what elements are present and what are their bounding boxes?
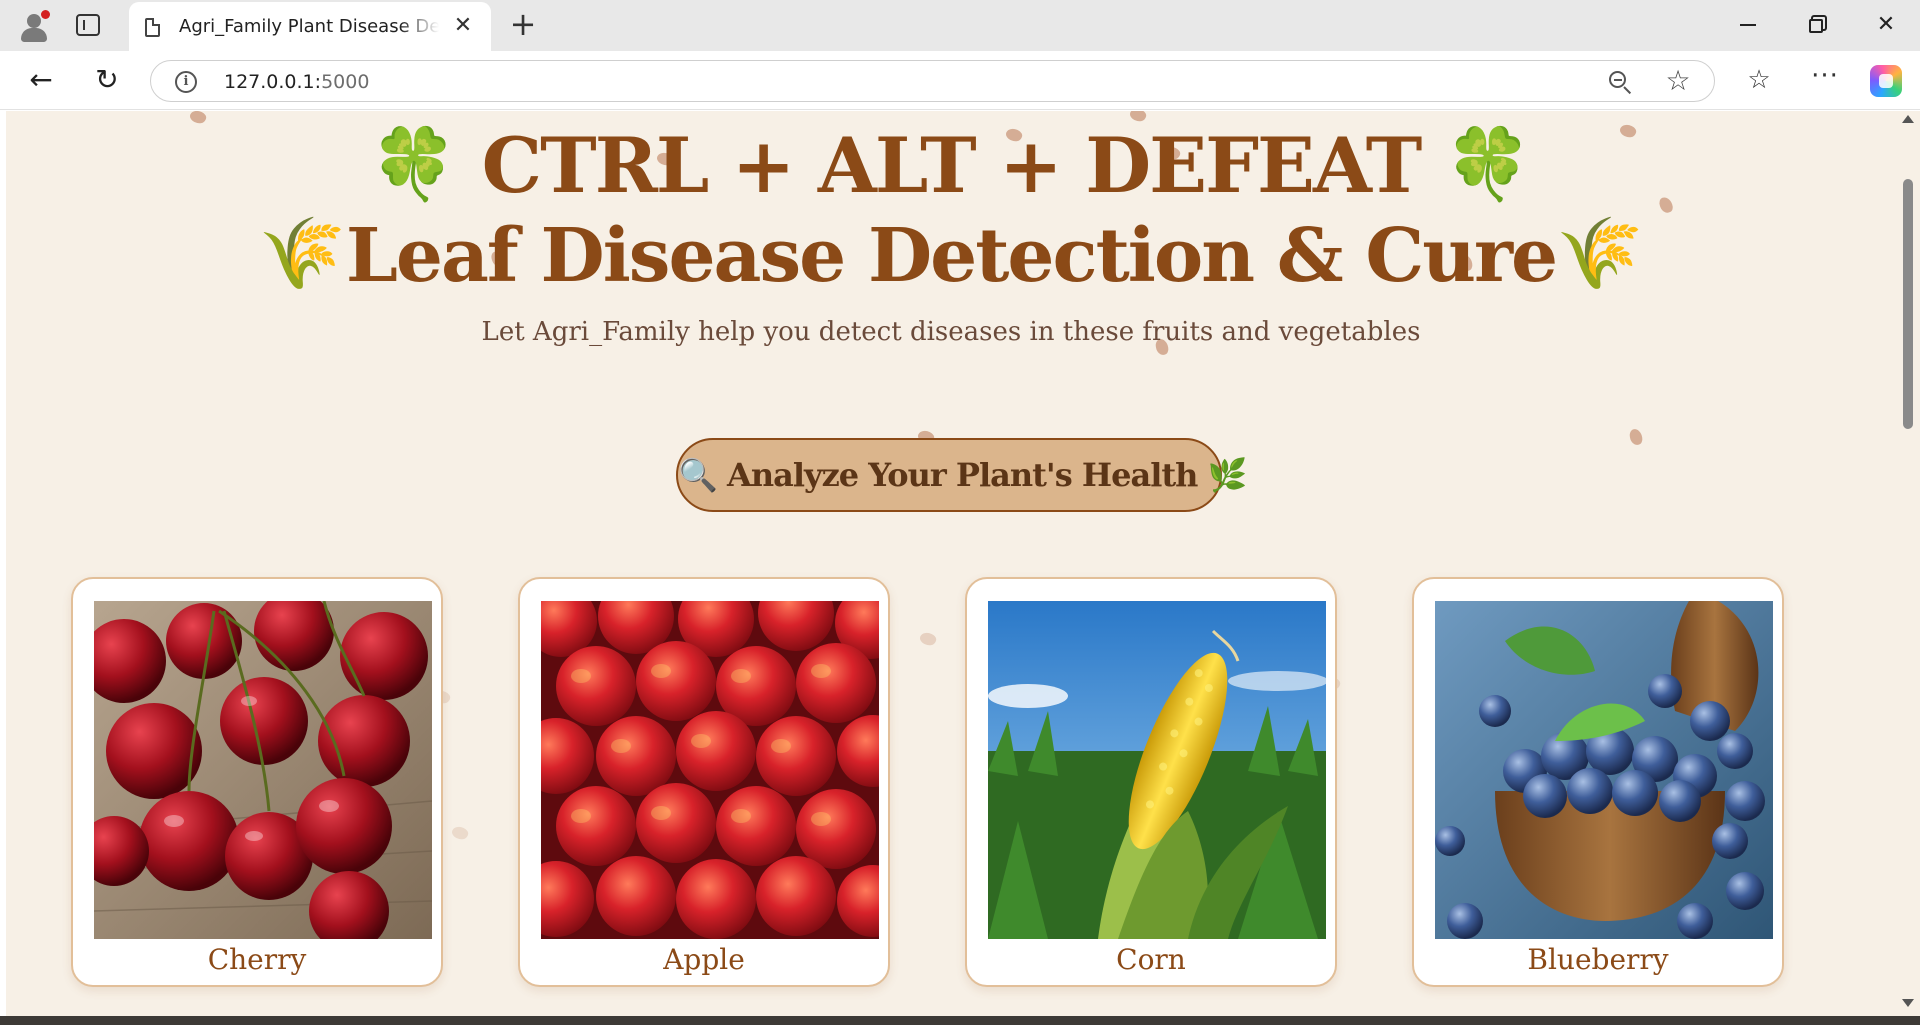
- crop-label-apple: Apple: [663, 943, 745, 976]
- page-title-line1: 🍀 CTRL + ALT + DEFEAT 🍀: [6, 121, 1896, 210]
- copilot-icon[interactable]: [1870, 65, 1902, 97]
- tab-close-icon[interactable]: ✕: [451, 14, 475, 38]
- petal-decoration: [450, 824, 470, 842]
- more-icon[interactable]: ···: [1808, 63, 1842, 95]
- url-host: 127.0.0.1:: [224, 71, 322, 93]
- tab-title: Agri_Family Plant Disease Detection: [179, 16, 439, 37]
- zoom-out-icon[interactable]: [1607, 69, 1633, 95]
- clover-icon: 🍀: [370, 122, 458, 205]
- crop-label-blueberry: Blueberry: [1527, 943, 1669, 976]
- crop-card-blueberry[interactable]: Blueberry: [1412, 577, 1784, 987]
- petal-decoration: [1628, 428, 1644, 446]
- apple-image[interactable]: [541, 601, 879, 939]
- url-port: 5000: [321, 71, 370, 93]
- restore-button[interactable]: [1796, 10, 1836, 40]
- page-body: 🍀 CTRL + ALT + DEFEAT 🍀 🌾Leaf Disease De…: [6, 111, 1896, 1016]
- title-line2-text: Leaf Disease Detection & Cure: [345, 213, 1558, 299]
- address-url[interactable]: 127.0.0.1:5000: [224, 71, 369, 93]
- profile-icon[interactable]: [16, 8, 52, 44]
- page-subtitle: Let Agri_Family help you detect diseases…: [481, 317, 1421, 347]
- new-tab-button[interactable]: +: [508, 8, 538, 40]
- title-line1-text: CTRL + ALT + DEFEAT: [481, 121, 1423, 210]
- scroll-down-arrow-icon[interactable]: [1902, 999, 1914, 1007]
- address-bar[interactable]: i 127.0.0.1:5000 ☆: [150, 60, 1715, 102]
- browser-toolbar: ← ↻ i 127.0.0.1:5000 ☆ ☆ ···: [0, 51, 1920, 110]
- analyze-plant-button[interactable]: 🔍 Analyze Your Plant's Health 🌿: [676, 438, 1247, 512]
- page-title-line2: 🌾Leaf Disease Detection & Cure🌾: [6, 211, 1896, 299]
- corn-image[interactable]: [988, 601, 1326, 939]
- wheat-icon: 🌾: [1556, 211, 1644, 294]
- minimize-button[interactable]: [1728, 10, 1768, 40]
- page-viewport: 🍀 CTRL + ALT + DEFEAT 🍀 🌾Leaf Disease De…: [0, 111, 1920, 1016]
- page-scrollbar[interactable]: [1896, 111, 1920, 1016]
- info-icon[interactable]: i: [175, 71, 197, 93]
- back-button[interactable]: ←: [26, 65, 56, 95]
- wheat-icon: 🌾: [258, 211, 346, 294]
- tab-actions-icon[interactable]: [76, 14, 100, 36]
- crop-label-corn: Corn: [1116, 943, 1186, 976]
- page-favicon-icon: [145, 18, 160, 37]
- crop-card-corn[interactable]: Corn: [965, 577, 1337, 987]
- cherry-image[interactable]: [94, 601, 432, 939]
- blueberry-image[interactable]: [1435, 601, 1773, 939]
- scroll-thumb[interactable]: [1903, 179, 1913, 429]
- scroll-up-arrow-icon[interactable]: [1902, 115, 1914, 123]
- taskbar-edge: [0, 1016, 1920, 1025]
- crop-label-cherry: Cherry: [207, 943, 307, 976]
- reload-button[interactable]: ↻: [92, 65, 122, 95]
- favorites-icon[interactable]: ☆: [1743, 65, 1775, 95]
- petal-decoration: [918, 630, 938, 648]
- crop-card-apple[interactable]: Apple: [518, 577, 890, 987]
- crop-card-cherry[interactable]: Cherry: [71, 577, 443, 987]
- close-window-button[interactable]: ✕: [1866, 10, 1906, 40]
- star-icon[interactable]: ☆: [1663, 66, 1693, 96]
- browser-tab-active[interactable]: Agri_Family Plant Disease Detection ✕: [129, 2, 491, 51]
- browser-tabstrip: Agri_Family Plant Disease Detection ✕ + …: [0, 0, 1920, 51]
- clover-icon: 🍀: [1444, 122, 1532, 205]
